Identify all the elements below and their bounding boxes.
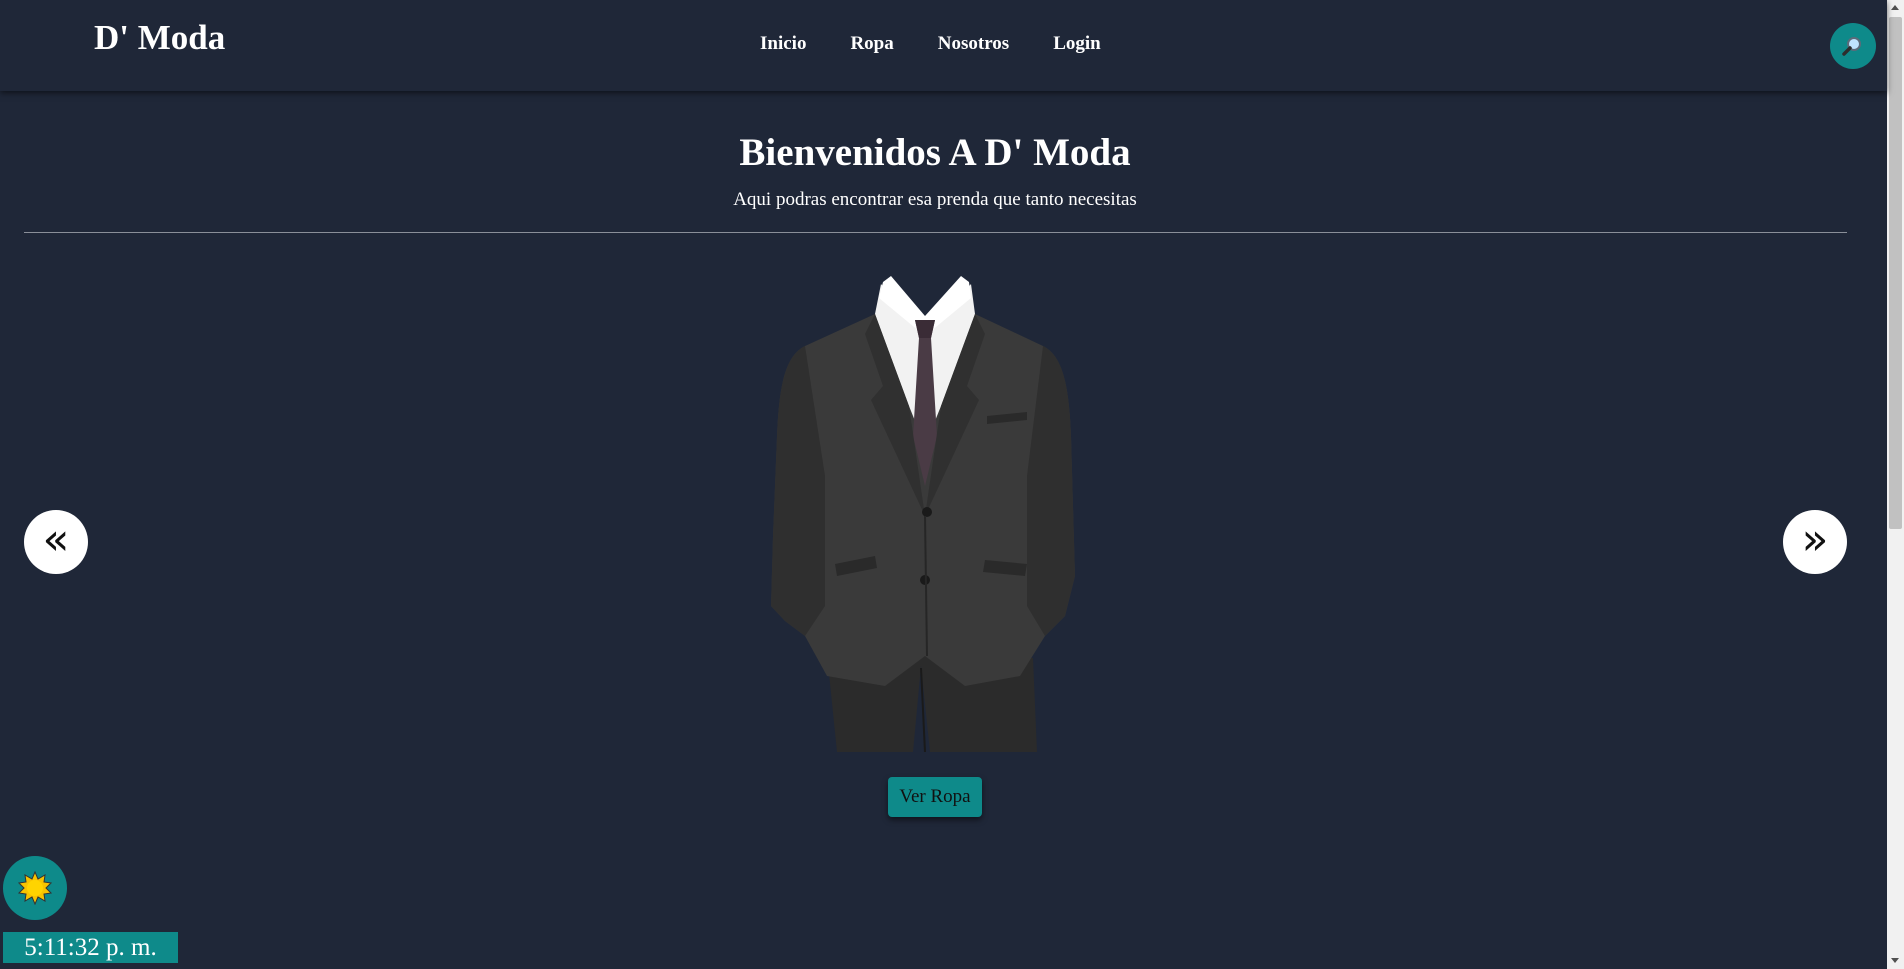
scroll-up-arrow-icon[interactable]	[1891, 5, 1899, 10]
page: D' Moda Inicio Ropa Nosotros Login Bienv…	[0, 0, 1904, 969]
search-icon	[1842, 37, 1861, 56]
brand-logo[interactable]: D' Moda	[94, 18, 225, 58]
scrollbar-thumb[interactable]	[1889, 17, 1902, 529]
carousel-prev-button[interactable]: «	[24, 510, 88, 574]
double-chevron-right-icon: »	[1801, 514, 1829, 565]
carousel-next-button[interactable]: »	[1783, 510, 1847, 574]
carousel-slide	[765, 276, 1085, 753]
scroll-down-arrow-icon[interactable]	[1891, 958, 1899, 963]
nav-link-ropa[interactable]: Ropa	[850, 33, 893, 55]
page-subtitle: Aqui podras encontrar esa prenda que tan…	[733, 189, 1137, 210]
main-nav: Inicio Ropa Nosotros Login	[760, 33, 1145, 55]
nav-link-nosotros[interactable]: Nosotros	[938, 33, 1009, 55]
page-title: Bienvenidos A D' Moda	[739, 131, 1131, 174]
sun-icon	[18, 871, 52, 905]
nav-link-login[interactable]: Login	[1053, 33, 1101, 55]
double-chevron-left-icon: «	[42, 514, 70, 565]
scrollbar[interactable]	[1887, 0, 1904, 969]
suit-image	[771, 276, 1075, 753]
site-header: D' Moda Inicio Ropa Nosotros Login	[0, 0, 1887, 91]
nav-link-inicio[interactable]: Inicio	[760, 33, 806, 55]
theme-toggle-button[interactable]	[3, 856, 67, 920]
ver-ropa-button[interactable]: Ver Ropa	[888, 777, 982, 817]
clock: 5:11:32 p. m.	[3, 932, 178, 963]
search-button[interactable]	[1830, 23, 1876, 69]
divider	[24, 232, 1847, 233]
